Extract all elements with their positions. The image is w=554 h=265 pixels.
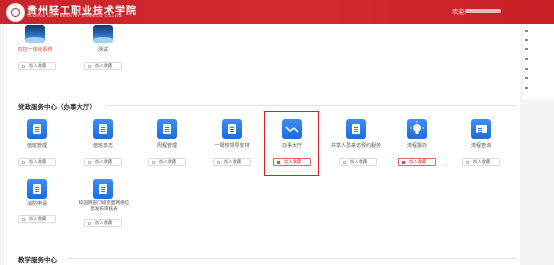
checkbox-icon [152, 161, 155, 164]
lightbulb-icon [407, 119, 427, 139]
school-name-en: GUIZHOU LIGHT INDUSTRY TECHNICAL COLLEGE [27, 14, 123, 18]
lightbulb-glyph [410, 121, 424, 134]
test-app-icon [93, 25, 113, 43]
welcome-text: 欢迎: [452, 9, 467, 16]
add-favorite-button[interactable]: 加入收藏 [462, 158, 500, 166]
checkbox-icon [466, 161, 469, 164]
add-favorite-button[interactable]: 加入收藏 [339, 158, 377, 166]
right-side-panel [523, 24, 554, 99]
checkbox-icon [88, 65, 91, 68]
add-favorite-button[interactable]: 加入收藏 [148, 158, 186, 166]
add-favorite-button[interactable]: 加入收藏 [84, 62, 122, 70]
section-title-party: 党政服务中心（办事大厅） [18, 103, 96, 111]
top-header-bar: 贵州轻工职业技术学院 GUIZHOU LIGHT INDUSTRY TECHNI… [0, 0, 554, 24]
document-icon [93, 179, 113, 199]
checkbox-icon [402, 161, 405, 164]
school-logo-icon [6, 3, 25, 22]
document-icon [27, 119, 47, 139]
add-favorite-button[interactable]: 加入收藏 [398, 158, 436, 166]
calendar-icon [157, 119, 177, 139]
list-icon [471, 119, 491, 139]
app-name: 内控一体化系统 [17, 47, 53, 53]
checkbox-icon [22, 161, 25, 164]
section-divider [68, 258, 516, 259]
app-name: 测试 [97, 47, 108, 53]
checkbox-icon [22, 218, 25, 221]
section-divider [106, 105, 516, 106]
add-favorite-button[interactable]: 加入收藏 [18, 215, 56, 223]
add-favorite-button[interactable]: 加入收藏 [213, 158, 251, 166]
checkbox-icon [343, 161, 346, 164]
user-name[interactable] [465, 9, 501, 13]
checkbox-icon [88, 161, 91, 164]
document-icon [346, 119, 366, 139]
add-favorite-button[interactable]: 加入收藏 [84, 219, 122, 227]
checkbox-icon [88, 222, 91, 225]
document-icon [93, 119, 113, 139]
highlight-box [264, 111, 319, 176]
checkbox-icon [217, 161, 220, 164]
document-icon [27, 179, 47, 199]
document-icon [222, 119, 242, 139]
internal-control-icon [25, 25, 45, 43]
add-favorite-button[interactable]: 加入收藏 [18, 62, 56, 70]
section-title-teaching: 教学服务中心 [18, 256, 57, 264]
checkbox-icon [22, 65, 25, 68]
add-favorite-button[interactable]: 加入收藏 [18, 158, 56, 166]
add-favorite-button[interactable]: 加入收藏 [84, 158, 122, 166]
